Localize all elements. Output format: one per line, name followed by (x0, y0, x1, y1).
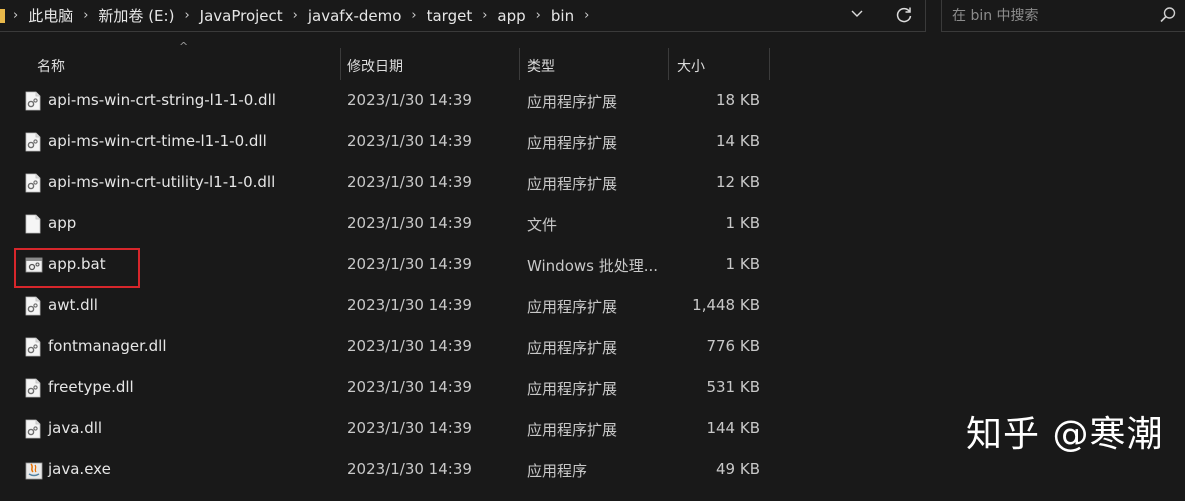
file-row[interactable]: awt.dll 2023/1/30 14:39 应用程序扩展 1,448 KB (0, 296, 770, 337)
breadcrumb-item-drive-e[interactable]: 新加卷 (E:) (98, 5, 174, 26)
file-size: 144 KB (706, 419, 760, 437)
file-size: 776 KB (706, 337, 760, 355)
file-name: freetype.dll (48, 378, 134, 396)
search-input[interactable] (950, 5, 1154, 27)
chevron-right-icon[interactable]: › (83, 8, 88, 23)
file-type: 应用程序扩展 (527, 93, 618, 111)
breadcrumb-item-javafx-demo[interactable]: javafx-demo (308, 7, 402, 25)
file-type: 应用程序扩展 (527, 298, 618, 316)
sort-ascending-icon: ^ (179, 40, 189, 53)
file-modified-date: 2023/1/30 14:39 (347, 173, 472, 191)
refresh-icon (896, 7, 912, 23)
file-size: 1 KB (725, 255, 760, 273)
file-type: 应用程序扩展 (527, 380, 618, 398)
file-row[interactable]: api-ms-win-crt-string-l1-1-0.dll 2023/1/3… (0, 91, 770, 132)
column-divider[interactable] (668, 48, 669, 80)
file-name: app (48, 214, 77, 232)
dll-file-icon (25, 378, 41, 398)
column-divider[interactable] (519, 48, 520, 80)
file-type: 文件 (527, 216, 558, 234)
column-header-type[interactable]: 类型 (527, 56, 555, 76)
file-modified-date: 2023/1/30 14:39 (347, 337, 472, 355)
dll-file-icon (25, 337, 41, 357)
file-modified-date: 2023/1/30 14:39 (347, 214, 472, 232)
file-modified-date: 2023/1/30 14:39 (347, 132, 472, 150)
file-size: 49 KB (716, 460, 760, 478)
file-name: java.dll (48, 419, 103, 437)
column-header-date[interactable]: 修改日期 (347, 56, 403, 76)
file-size: 1 KB (725, 214, 760, 232)
search-icon[interactable] (1159, 6, 1177, 24)
file-modified-date: 2023/1/30 14:39 (347, 378, 472, 396)
dll-file-icon (25, 91, 41, 111)
file-row[interactable]: java.exe 2023/1/30 14:39 应用程序 49 KB (0, 460, 770, 501)
file-type: Windows 批处理... (527, 257, 659, 275)
column-divider[interactable] (769, 48, 770, 80)
blank-file-icon (25, 214, 41, 234)
file-name: api-ms-win-crt-time-l1-1-0.dll (48, 132, 267, 150)
column-header-size[interactable]: 大小 (677, 56, 705, 76)
search-box[interactable] (941, 0, 1185, 32)
file-row[interactable]: api-ms-win-crt-utility-l1-1-0.dll 2023/1/… (0, 173, 770, 214)
file-size: 1,448 KB (692, 296, 760, 314)
file-size: 14 KB (716, 132, 760, 150)
dll-file-icon (25, 419, 41, 439)
file-row[interactable]: java.dll 2023/1/30 14:39 应用程序扩展 144 KB (0, 419, 770, 460)
file-modified-date: 2023/1/30 14:39 (347, 460, 472, 478)
folder-icon (0, 8, 5, 23)
file-modified-date: 2023/1/30 14:39 (347, 91, 472, 109)
file-name: awt.dll (48, 296, 98, 314)
java-exe-icon (25, 460, 43, 480)
file-type: 应用程序 (527, 462, 588, 480)
dll-file-icon (25, 132, 41, 152)
chevron-right-icon[interactable]: › (293, 8, 298, 23)
breadcrumb: › 此电脑 › 新加卷 (E:) › JavaProject › javafx-… (0, 0, 599, 31)
breadcrumb-item-javaproject[interactable]: JavaProject (200, 7, 283, 25)
watermark-text: 知乎 @寒潮 (966, 414, 1164, 455)
file-type: 应用程序扩展 (527, 175, 618, 193)
file-modified-date: 2023/1/30 14:39 (347, 296, 472, 314)
file-row[interactable]: api-ms-win-crt-time-l1-1-0.dll 2023/1/30 … (0, 132, 770, 173)
chevron-right-icon[interactable]: › (482, 8, 487, 23)
file-size: 18 KB (716, 91, 760, 109)
address-bar[interactable]: › 此电脑 › 新加卷 (E:) › JavaProject › javafx-… (0, 0, 926, 32)
file-type: 应用程序扩展 (527, 339, 618, 357)
dll-file-icon (25, 173, 41, 193)
file-type: 应用程序扩展 (527, 421, 618, 439)
file-row[interactable]: freetype.dll 2023/1/30 14:39 应用程序扩展 531 KB (0, 378, 770, 419)
dll-file-icon (25, 296, 41, 316)
chevron-right-icon[interactable]: › (13, 8, 18, 23)
breadcrumb-item-target[interactable]: target (427, 7, 473, 25)
column-divider[interactable] (340, 48, 341, 80)
chevron-right-icon[interactable]: › (536, 8, 541, 23)
file-name: api-ms-win-crt-utility-l1-1-0.dll (48, 173, 276, 191)
file-row[interactable]: fontmanager.dll 2023/1/30 14:39 应用程序扩展 776 … (0, 337, 770, 378)
file-type: 应用程序扩展 (527, 134, 618, 152)
file-name: fontmanager.dll (48, 337, 167, 355)
file-modified-date: 2023/1/30 14:39 (347, 255, 472, 273)
file-size: 12 KB (716, 173, 760, 191)
breadcrumb-item-this-pc[interactable]: 此电脑 (28, 5, 73, 26)
refresh-button[interactable] (894, 5, 914, 25)
chevron-down-icon (851, 10, 863, 17)
column-header-name[interactable]: 名称 (37, 56, 65, 76)
file-size: 531 KB (706, 378, 760, 396)
file-modified-date: 2023/1/30 14:39 (347, 419, 472, 437)
breadcrumb-item-bin[interactable]: bin (551, 7, 574, 25)
file-name: java.exe (48, 460, 111, 478)
file-name: api-ms-win-crt-string-l1-1-0.dll (48, 91, 276, 109)
chevron-right-icon[interactable]: › (584, 8, 589, 23)
highlight-box (14, 248, 140, 288)
breadcrumb-item-app[interactable]: app (497, 7, 525, 25)
address-history-dropdown[interactable] (848, 6, 866, 24)
chevron-right-icon[interactable]: › (184, 8, 189, 23)
chevron-right-icon[interactable]: › (411, 8, 416, 23)
